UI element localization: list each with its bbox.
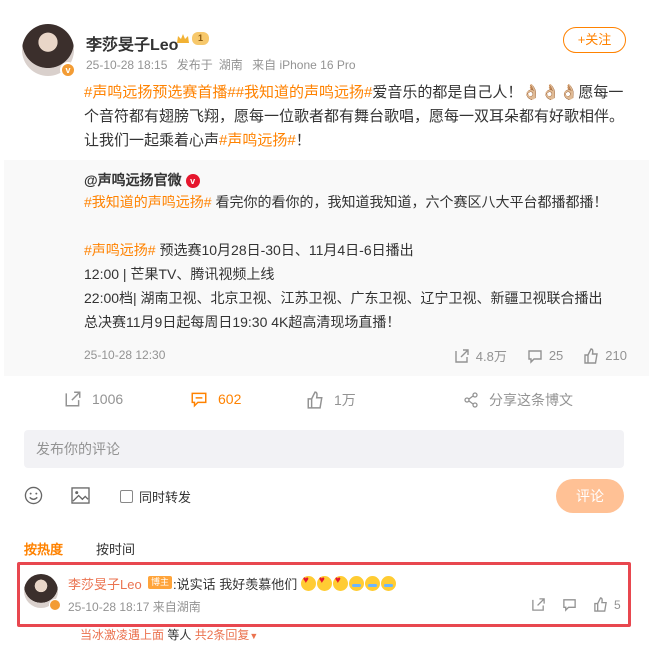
heart-eyes-emoji-icon xyxy=(332,575,348,591)
verified-badge-icon xyxy=(49,599,61,611)
comment-icon xyxy=(527,348,543,364)
comment-reply-button[interactable] xyxy=(562,597,577,612)
post-location: 湖南 xyxy=(218,58,243,72)
post-meta: 25-10-28 18:15 发布于 湖南 来自 iPhone 16 Pro xyxy=(86,56,362,73)
share-icon xyxy=(463,392,479,408)
commenter-avatar[interactable] xyxy=(24,574,61,611)
forward-icon xyxy=(64,390,82,408)
forward-count: 1006 xyxy=(92,391,124,407)
repost-author[interactable]: @声鸣远扬官微 v xyxy=(84,170,200,190)
comment-icon xyxy=(562,597,577,612)
share-label: 分享这条博文 xyxy=(489,392,573,408)
image-icon xyxy=(71,487,90,504)
submit-comment-button[interactable]: 评论 xyxy=(556,479,624,513)
heart-eyes-emoji-icon xyxy=(300,575,316,591)
hashtag-link[interactable]: #声鸣远扬预选赛首播# xyxy=(84,84,236,101)
reply-author[interactable]: 当冰激凌遇上面 xyxy=(80,628,164,642)
repost-line: 总决赛11月9日起每周日19:30 4K超高清现场直播！ xyxy=(84,314,401,330)
crying-emoji-icon xyxy=(348,576,364,591)
crying-emoji-icon xyxy=(364,576,380,591)
repost-comment-button[interactable]: 25 xyxy=(527,348,563,364)
hashtag-link[interactable]: #声鸣远扬# xyxy=(219,132,296,149)
reply-text: 等人 xyxy=(164,628,192,642)
thumbs-up-icon xyxy=(593,597,608,612)
comment-count: 602 xyxy=(218,391,242,407)
tab-sort-by-time[interactable]: 按时间 xyxy=(96,539,135,558)
comment-body: :说实话 我好羡慕他们 xyxy=(173,577,298,592)
next-reply-preview[interactable]: 当冰激凌遇上面 等人 共2条回复▼ xyxy=(80,626,258,643)
comment-location: 来自湖南 xyxy=(152,600,201,614)
reposted-weibo[interactable]: @声鸣远扬官微 v #我知道的声鸣远扬# 看完你的看你的，我知道我知道，六个赛区八… xyxy=(4,160,649,376)
repost-line: 22:00档| 湖南卫视、北京卫视、江苏卫视、广东卫视、辽宁卫视、新疆卫视联合播… xyxy=(84,290,603,306)
comment-like-button[interactable]: 5 xyxy=(593,597,621,612)
like-button[interactable]: 1万 xyxy=(306,390,356,410)
repost-like-count: 210 xyxy=(605,348,627,363)
hashtag-link[interactable]: #我知道的声鸣远扬# xyxy=(84,194,212,210)
post-device: 来自 iPhone 16 Pro xyxy=(252,58,356,72)
repost-line: 预选赛10月28日-30日、11月4日-6日播出 xyxy=(155,242,414,258)
image-upload-button[interactable] xyxy=(71,487,90,504)
comment-forward-button[interactable] xyxy=(531,597,546,612)
crying-emoji-icon xyxy=(380,576,396,591)
emoji-button[interactable] xyxy=(24,486,43,505)
comment-actions: 5 xyxy=(531,597,621,612)
comment-input[interactable]: 发布你的评论 xyxy=(24,430,624,468)
repost-line: 看完你的看你的，我知道我知道，六个赛区八大平台都播都播！ xyxy=(211,194,608,210)
verified-badge-icon: v xyxy=(60,62,76,78)
post-actions-bar: 1006 602 1万 分享这条博文 xyxy=(0,384,653,418)
repost-time[interactable]: 25-10-28 12:30 xyxy=(84,348,165,362)
verified-red-icon: v xyxy=(185,174,200,188)
repost-comment-count: 25 xyxy=(548,348,564,363)
posted-from-prefix: 发布于 xyxy=(176,58,213,72)
forward-button[interactable]: 1006 xyxy=(64,390,123,408)
post-card: v 李莎旻子Leo 1 25-10-28 18:15 发布于 湖南 来自 iPho… xyxy=(0,0,653,649)
more-replies-link[interactable]: 共2条回复 xyxy=(195,628,250,642)
repost-forward-count: 4.8万 xyxy=(475,349,507,364)
thumbs-up-icon xyxy=(583,347,599,364)
crown-icon xyxy=(176,33,190,45)
repost-like-button[interactable]: 210 xyxy=(583,347,627,364)
author-name[interactable]: 李莎旻子Leo xyxy=(86,31,178,55)
author-avatar[interactable]: v xyxy=(22,24,76,78)
comment-text: :说实话 我好羡慕他们 xyxy=(173,574,397,593)
post-body-text: ！ xyxy=(295,132,311,149)
forward-icon xyxy=(454,348,470,364)
comment-time: 25-10-28 18:17 xyxy=(68,600,150,614)
follow-button[interactable]: +关注 xyxy=(563,27,626,53)
thumbs-up-icon xyxy=(306,391,324,409)
repost-actions: 4.8万 25 210 xyxy=(454,346,627,365)
repost-text: #我知道的声鸣远扬# 看完你的看你的，我知道我知道，六个赛区八大平台都播都播！ … xyxy=(84,190,629,334)
also-repost-label: 同时转发 xyxy=(139,490,192,505)
author-badge: 博主 xyxy=(148,576,173,589)
highlight-box xyxy=(17,562,631,627)
forward-icon xyxy=(531,597,546,612)
chevron-down-icon: ▼ xyxy=(249,631,259,641)
vip-badge: 1 xyxy=(176,32,210,45)
hashtag-link[interactable]: #声鸣远扬# xyxy=(84,242,156,258)
heart-eyes-emoji-icon xyxy=(316,575,332,591)
tab-sort-by-hot[interactable]: 按热度 xyxy=(24,539,63,558)
commenter-name[interactable]: 李莎旻子Leo xyxy=(68,574,142,593)
vip-level: 1 xyxy=(192,32,210,45)
hashtag-link[interactable]: #我知道的声鸣远扬# xyxy=(236,84,373,101)
smiley-icon xyxy=(24,486,43,505)
comment-meta: 25-10-28 18:17 来自湖南 xyxy=(68,598,201,615)
repost-author-name[interactable]: @声鸣远扬官微 xyxy=(84,172,182,188)
post-time[interactable]: 25-10-28 18:15 xyxy=(86,58,167,72)
comment-button[interactable]: 602 xyxy=(190,390,241,408)
post-text: #声鸣远扬预选赛首播##我知道的声鸣远扬#爱音乐的都是自己人！👌🏼👌🏼👌🏼愿每一… xyxy=(84,81,629,153)
comment-like-count: 5 xyxy=(614,597,621,612)
repost-forward-button[interactable]: 4.8万 xyxy=(454,346,507,365)
also-repost-option[interactable]: 同时转发 xyxy=(120,487,191,506)
comment-icon xyxy=(190,390,208,408)
like-count: 1万 xyxy=(334,392,356,408)
share-button[interactable]: 分享这条博文 xyxy=(463,390,573,410)
also-repost-checkbox[interactable] xyxy=(120,490,133,503)
repost-line: 12:00 | 芒果TV、腾讯视频上线 xyxy=(84,266,275,282)
